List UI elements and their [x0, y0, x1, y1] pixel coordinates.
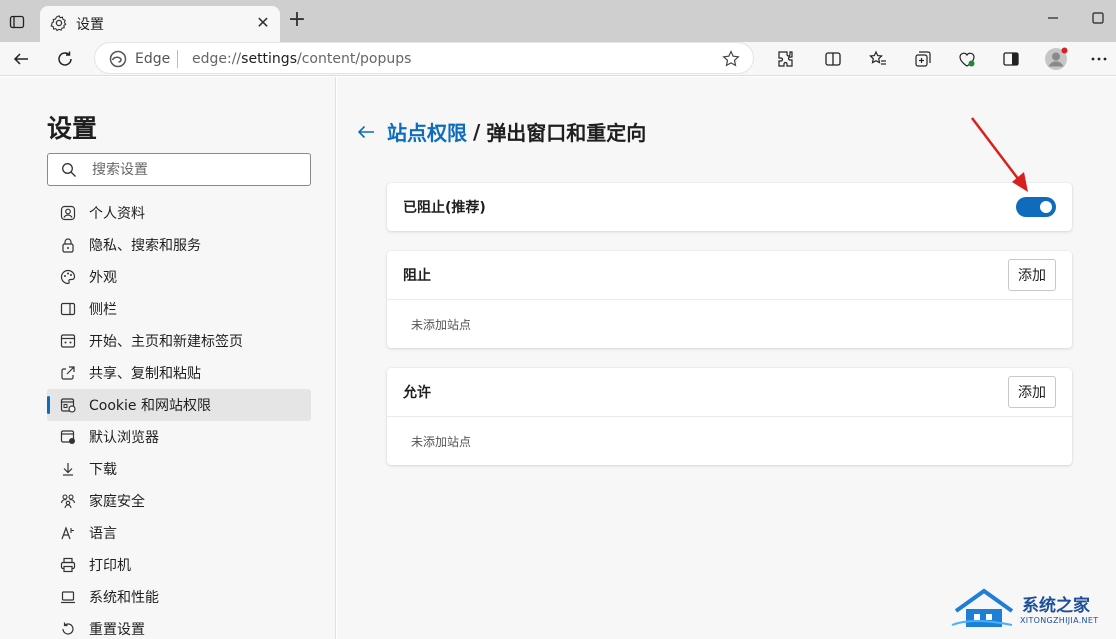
- browser-icon: [60, 429, 76, 445]
- sidebar-item-label: Cookie 和网站权限: [89, 398, 211, 414]
- minimize-icon[interactable]: [1043, 8, 1063, 28]
- sidebar-item-label: 默认浏览器: [89, 430, 159, 446]
- sidebar-icon: [60, 301, 76, 317]
- language-icon: [60, 525, 76, 541]
- allow-header: 允许 添加: [387, 368, 1072, 416]
- sidebar-item-sidebar[interactable]: 侧栏: [47, 293, 311, 325]
- url-scheme: edge://: [192, 51, 242, 67]
- browser-essentials-icon[interactable]: [954, 46, 980, 72]
- extensions-icon[interactable]: [772, 46, 798, 72]
- sidebar-item-label: 隐私、搜索和服务: [89, 238, 201, 254]
- sidebar-item-label: 系统和性能: [89, 590, 159, 606]
- sidebar-item-share[interactable]: 共享、复制和粘贴: [47, 357, 311, 389]
- allow-title: 允许: [403, 385, 431, 401]
- sidebar-item-label: 个人资料: [89, 206, 145, 222]
- favorite-star-icon[interactable]: [721, 49, 741, 69]
- breadcrumb-link-site-permissions[interactable]: 站点权限: [387, 117, 467, 146]
- search-input[interactable]: [92, 160, 292, 180]
- toggle-knob: [1040, 201, 1052, 213]
- avatar[interactable]: [1043, 46, 1069, 72]
- url-host: settings: [241, 51, 297, 67]
- share-icon: [60, 365, 76, 381]
- sidebar-item-label: 下载: [89, 462, 117, 478]
- sidebar-item-label: 语言: [89, 526, 117, 542]
- search-box[interactable]: [47, 153, 311, 186]
- allow-empty-text: 未添加站点: [411, 434, 472, 449]
- block-header: 阻止 添加: [387, 251, 1072, 299]
- sidebar-item-reset-settings[interactable]: 重置设置: [47, 613, 311, 639]
- sidebar-item-appearance[interactable]: 外观: [47, 261, 311, 293]
- collections-icon[interactable]: [910, 46, 936, 72]
- tab-settings[interactable]: 设置 ✕: [40, 6, 280, 42]
- sidebar-item-profile[interactable]: 个人资料: [47, 197, 311, 229]
- sidebar-item-label: 侧栏: [89, 302, 117, 318]
- block-list-card: 阻止 添加 未添加站点: [387, 251, 1072, 348]
- reading-view-icon[interactable]: [998, 46, 1024, 72]
- watermark-subtext: XITONGZHIJIA.NET: [1020, 616, 1099, 625]
- back-arrow-icon[interactable]: [355, 121, 377, 143]
- block-add-button[interactable]: 添加: [1008, 259, 1056, 291]
- close-icon[interactable]: ✕: [254, 14, 272, 32]
- favorites-icon[interactable]: [865, 46, 891, 72]
- settings-nav: 个人资料 隐私、搜索和服务 外观 侧栏 开始、主页和新建标签页 共享、复制和粘贴…: [47, 197, 311, 639]
- sidebar-item-start-home[interactable]: 开始、主页和新建标签页: [47, 325, 311, 357]
- search-icon: [61, 162, 77, 178]
- address-site-label: Edge: [135, 51, 171, 67]
- edge-logo-icon: [109, 50, 127, 68]
- home-icon: [60, 333, 76, 349]
- breadcrumb-separator: /: [473, 119, 481, 144]
- reset-icon: [60, 621, 76, 637]
- tab-actions-icon[interactable]: [5, 10, 29, 34]
- sidebar-item-downloads[interactable]: 下载: [47, 453, 311, 485]
- settings-sidebar: 设置 个人资料 隐私、搜索和服务 外观 侧栏 开始、主页和新建标签页 共: [0, 77, 336, 639]
- house-logo-icon: [951, 588, 1014, 627]
- family-icon: [60, 493, 76, 509]
- allow-list-card: 允许 添加 未添加站点: [387, 368, 1072, 465]
- refresh-icon[interactable]: [52, 46, 78, 72]
- annotation-arrow-icon: [971, 117, 1028, 192]
- address-separator: [177, 50, 178, 68]
- lock-icon: [60, 237, 76, 253]
- sidebar-item-label: 家庭安全: [89, 494, 145, 510]
- new-tab-icon[interactable]: +: [286, 9, 308, 32]
- watermark-text: 系统之家: [1022, 596, 1090, 616]
- sidebar-item-default-browser[interactable]: 默认浏览器: [47, 421, 311, 453]
- sidebar-item-label: 共享、复制和粘贴: [89, 366, 201, 382]
- more-menu-icon[interactable]: [1086, 46, 1112, 72]
- sidebar-item-privacy[interactable]: 隐私、搜索和服务: [47, 229, 311, 261]
- split-screen-icon[interactable]: [820, 46, 846, 72]
- sidebar-item-label: 外观: [89, 270, 117, 286]
- tab-title: 设置: [76, 17, 104, 33]
- blocked-label: 已阻止(推荐): [403, 200, 486, 216]
- sidebar-item-label: 打印机: [89, 558, 131, 574]
- printer-icon: [60, 557, 76, 573]
- palette-icon: [60, 269, 76, 285]
- sidebar-item-family-safety[interactable]: 家庭安全: [47, 485, 311, 517]
- download-icon: [60, 461, 76, 477]
- sidebar-item-label: 开始、主页和新建标签页: [89, 334, 243, 350]
- page-title: 弹出窗口和重定向: [486, 121, 647, 145]
- sidebar-item-cookies-site-permissions[interactable]: Cookie 和网站权限: [47, 389, 311, 421]
- block-title: 阻止: [403, 268, 431, 284]
- sidebar-item-languages[interactable]: 语言: [47, 517, 311, 549]
- maximize-icon[interactable]: [1088, 8, 1108, 28]
- sidebar-item-label: 重置设置: [89, 622, 145, 638]
- settings-title: 设置: [47, 114, 98, 143]
- url-path: /content/popups: [297, 51, 412, 67]
- site-permissions-icon: [60, 397, 76, 413]
- breadcrumb: 站点权限 / 弹出窗口和重定向: [355, 117, 646, 146]
- allow-add-button[interactable]: 添加: [1008, 376, 1056, 408]
- laptop-icon: [60, 589, 76, 605]
- block-empty-text: 未添加站点: [411, 317, 472, 332]
- sidebar-item-system-performance[interactable]: 系统和性能: [47, 581, 311, 613]
- gear-icon: [50, 14, 68, 32]
- tab-strip: 设置 ✕ +: [0, 0, 1116, 42]
- watermark-logo: 系统之家 XITONGZHIJIA.NET: [950, 585, 1116, 639]
- address-bar[interactable]: Edge edge://settings/content/popups: [94, 42, 754, 74]
- toolbar: Edge edge://settings/content/popups: [0, 42, 1116, 76]
- sidebar-item-printers[interactable]: 打印机: [47, 549, 311, 581]
- back-arrow-icon[interactable]: [8, 46, 34, 72]
- address-url[interactable]: edge://settings/content/popups: [192, 51, 411, 67]
- profile-icon: [60, 205, 76, 221]
